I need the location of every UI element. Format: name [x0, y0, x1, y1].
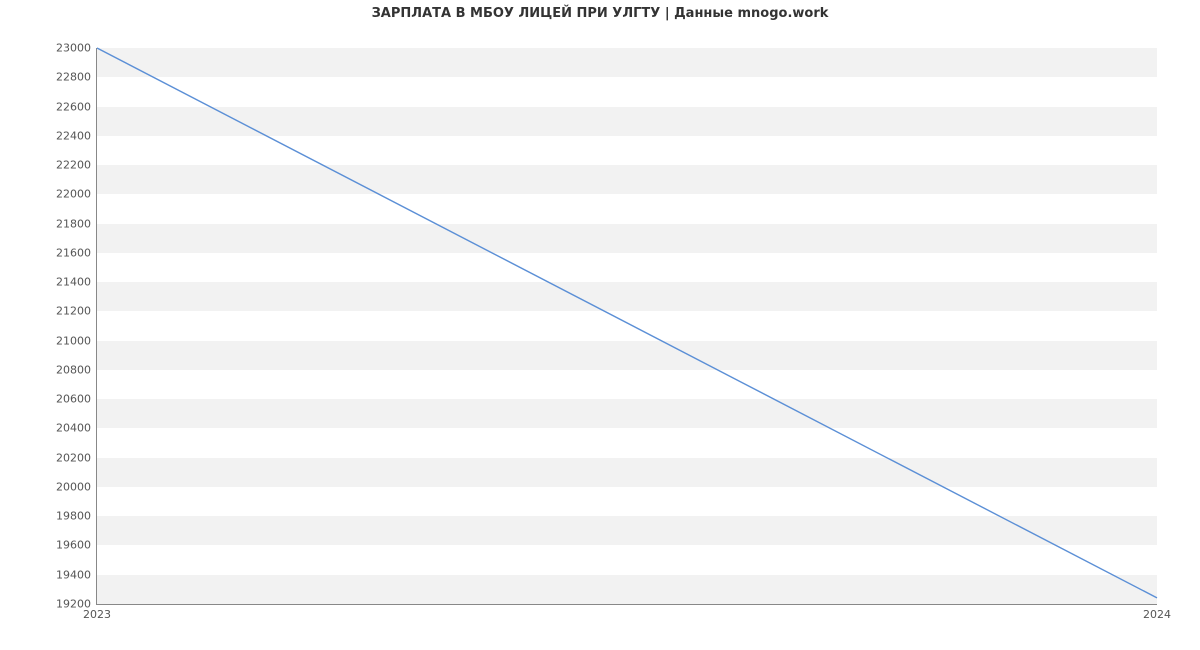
y-tick-label: 22400	[56, 129, 97, 142]
line-series	[97, 48, 1157, 604]
y-tick-label: 20000	[56, 480, 97, 493]
y-tick-label: 21800	[56, 217, 97, 230]
y-tick-label: 21400	[56, 276, 97, 289]
y-tick-label: 20600	[56, 393, 97, 406]
plot-area: 1920019400196001980020000202002040020600…	[96, 48, 1157, 605]
x-tick-label: 2023	[83, 604, 111, 621]
y-tick-label: 20200	[56, 451, 97, 464]
x-tick-label: 2024	[1143, 604, 1171, 621]
y-tick-label: 22000	[56, 188, 97, 201]
y-tick-label: 22600	[56, 100, 97, 113]
y-tick-label: 22200	[56, 159, 97, 172]
y-tick-label: 21200	[56, 305, 97, 318]
y-tick-label: 21000	[56, 334, 97, 347]
y-tick-label: 21600	[56, 246, 97, 259]
y-tick-label: 23000	[56, 42, 97, 55]
y-tick-label: 20400	[56, 422, 97, 435]
y-tick-label: 22800	[56, 71, 97, 84]
chart-title: ЗАРПЛАТА В МБОУ ЛИЦЕЙ ПРИ УЛГТУ | Данные…	[0, 6, 1200, 21]
series-line	[97, 48, 1157, 598]
chart-container: ЗАРПЛАТА В МБОУ ЛИЦЕЙ ПРИ УЛГТУ | Данные…	[0, 0, 1200, 650]
y-tick-label: 19400	[56, 568, 97, 581]
y-tick-label: 19600	[56, 539, 97, 552]
y-tick-label: 20800	[56, 363, 97, 376]
y-tick-label: 19800	[56, 510, 97, 523]
